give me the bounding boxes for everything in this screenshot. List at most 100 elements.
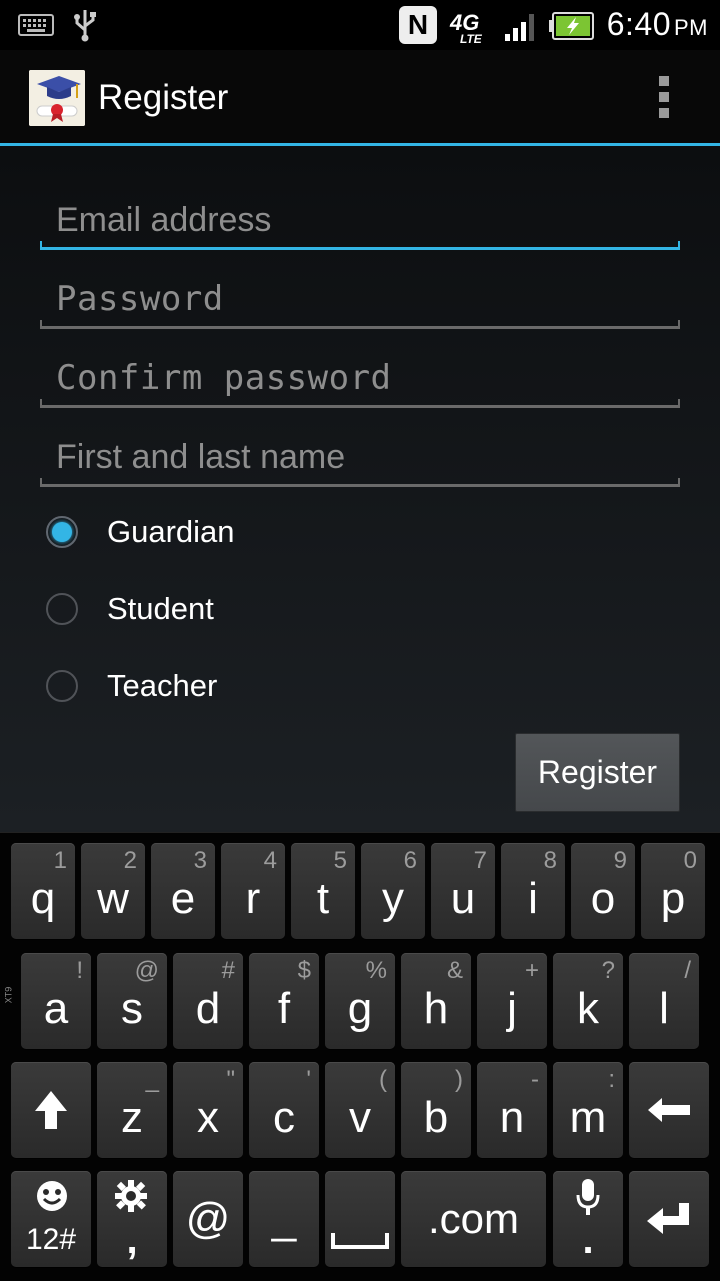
- clock: 6:40 PM: [607, 6, 708, 43]
- key-label: z: [121, 1093, 143, 1142]
- underscore-key-label: _: [271, 1194, 297, 1243]
- key-l[interactable]: / l: [629, 953, 699, 1049]
- microphone-icon: [576, 1179, 600, 1215]
- key-label: i: [528, 874, 538, 923]
- radio-button[interactable]: [46, 670, 78, 702]
- app-icon[interactable]: [29, 70, 85, 126]
- radio-label: Student: [107, 591, 214, 626]
- key-hint: 8: [543, 847, 557, 874]
- key-hint: +: [524, 957, 539, 984]
- key-w[interactable]: 2w: [81, 843, 145, 939]
- underscore-key[interactable]: _: [249, 1171, 319, 1267]
- key-m[interactable]: :m: [553, 1062, 623, 1158]
- key-hint: 9: [613, 847, 627, 874]
- key-label: v: [349, 1093, 371, 1142]
- xt9-label: XT9: [3, 986, 14, 1004]
- key-j[interactable]: + j: [477, 953, 547, 1049]
- radio-student[interactable]: Student: [46, 579, 446, 639]
- key-q[interactable]: 1q: [11, 843, 75, 939]
- radio-button-checked[interactable]: [46, 516, 78, 548]
- key-z[interactable]: _ z: [97, 1062, 167, 1158]
- key-label: f: [277, 984, 291, 1033]
- key-hint: $: [297, 957, 311, 984]
- confirm-password-field[interactable]: [40, 348, 680, 408]
- key-a[interactable]: ! a: [21, 953, 91, 1049]
- signal-icon: [505, 14, 534, 41]
- key-c[interactable]: ' c: [249, 1062, 319, 1158]
- key-label: b: [423, 1093, 449, 1142]
- confirm-password-field-container: [40, 348, 680, 408]
- dotcom-key[interactable]: .com: [401, 1171, 546, 1267]
- key-label: x: [197, 1093, 219, 1142]
- key-y[interactable]: 6y: [361, 843, 425, 939]
- key-hint: 4: [263, 847, 277, 874]
- key-hint: &: [446, 957, 463, 984]
- key-hint: 1: [53, 847, 67, 874]
- key-hint: :: [608, 1066, 615, 1093]
- symbols-key[interactable]: 12#: [11, 1171, 91, 1267]
- key-i[interactable]: 8i: [501, 843, 565, 939]
- emoji-icon: [37, 1181, 67, 1211]
- backspace-icon: [648, 1098, 690, 1122]
- key-u[interactable]: 7u: [431, 843, 495, 939]
- overflow-menu-icon[interactable]: [650, 76, 678, 122]
- key-d[interactable]: # d: [173, 953, 243, 1049]
- password-field[interactable]: [40, 269, 680, 329]
- key-label: t: [316, 874, 330, 923]
- key-s[interactable]: @ s: [97, 953, 167, 1049]
- radio-teacher[interactable]: Teacher: [46, 656, 446, 716]
- key-x[interactable]: " x: [173, 1062, 243, 1158]
- backspace-key[interactable]: [629, 1062, 709, 1158]
- comma-key-label: ,: [126, 1218, 138, 1262]
- key-label: e: [170, 874, 196, 923]
- email-field[interactable]: [40, 190, 680, 250]
- key-label: y: [382, 874, 404, 923]
- key-label: d: [195, 984, 221, 1033]
- key-v[interactable]: (v: [325, 1062, 395, 1158]
- key-label: g: [347, 984, 373, 1033]
- key-f[interactable]: $ f: [249, 953, 319, 1049]
- key-label: n: [499, 1093, 525, 1142]
- space-key[interactable]: [325, 1171, 395, 1267]
- enter-key[interactable]: [629, 1171, 709, 1267]
- key-hint: ?: [601, 957, 615, 984]
- register-form: Guardian Student Teacher Register: [0, 146, 720, 832]
- key-h[interactable]: & h: [401, 953, 471, 1049]
- settings-comma-key[interactable]: ,: [97, 1171, 167, 1267]
- key-r[interactable]: 4r: [221, 843, 285, 939]
- mic-period-key[interactable]: .: [553, 1171, 623, 1267]
- name-field[interactable]: [40, 427, 680, 487]
- key-hint: ): [455, 1066, 463, 1093]
- key-label: j: [507, 984, 517, 1033]
- key-b[interactable]: ) b: [401, 1062, 471, 1158]
- key-o[interactable]: 9o: [571, 843, 635, 939]
- key-t[interactable]: 5t: [291, 843, 355, 939]
- battery-charging-icon: [549, 12, 594, 40]
- email-underline: [40, 241, 680, 250]
- key-n[interactable]: -n: [477, 1062, 547, 1158]
- dotcom-key-label: .com: [427, 1195, 519, 1242]
- key-hint: -: [531, 1066, 539, 1093]
- key-label: s: [121, 984, 143, 1033]
- key-hint: (: [379, 1066, 387, 1093]
- key-k[interactable]: ? k: [553, 953, 623, 1049]
- key-label: o: [590, 874, 616, 923]
- radio-button[interactable]: [46, 593, 78, 625]
- key-label: c: [273, 1093, 295, 1142]
- key-g[interactable]: % g: [325, 953, 395, 1049]
- nfc-letter: N: [407, 9, 429, 40]
- shift-key[interactable]: [11, 1062, 91, 1158]
- key-hint: /: [684, 957, 691, 984]
- key-label: m: [569, 1093, 607, 1142]
- radio-guardian[interactable]: Guardian: [46, 502, 446, 562]
- key-e[interactable]: 3e: [151, 843, 215, 939]
- space-bar-icon: [331, 1233, 389, 1249]
- password-underline: [40, 320, 680, 329]
- register-button[interactable]: Register: [515, 733, 680, 812]
- confirm-password-underline: [40, 399, 680, 408]
- at-key[interactable]: @: [173, 1171, 243, 1267]
- period-key-label: .: [582, 1218, 594, 1262]
- key-p[interactable]: 0p: [641, 843, 705, 939]
- gear-icon: [115, 1180, 147, 1212]
- email-field-container: [40, 190, 680, 250]
